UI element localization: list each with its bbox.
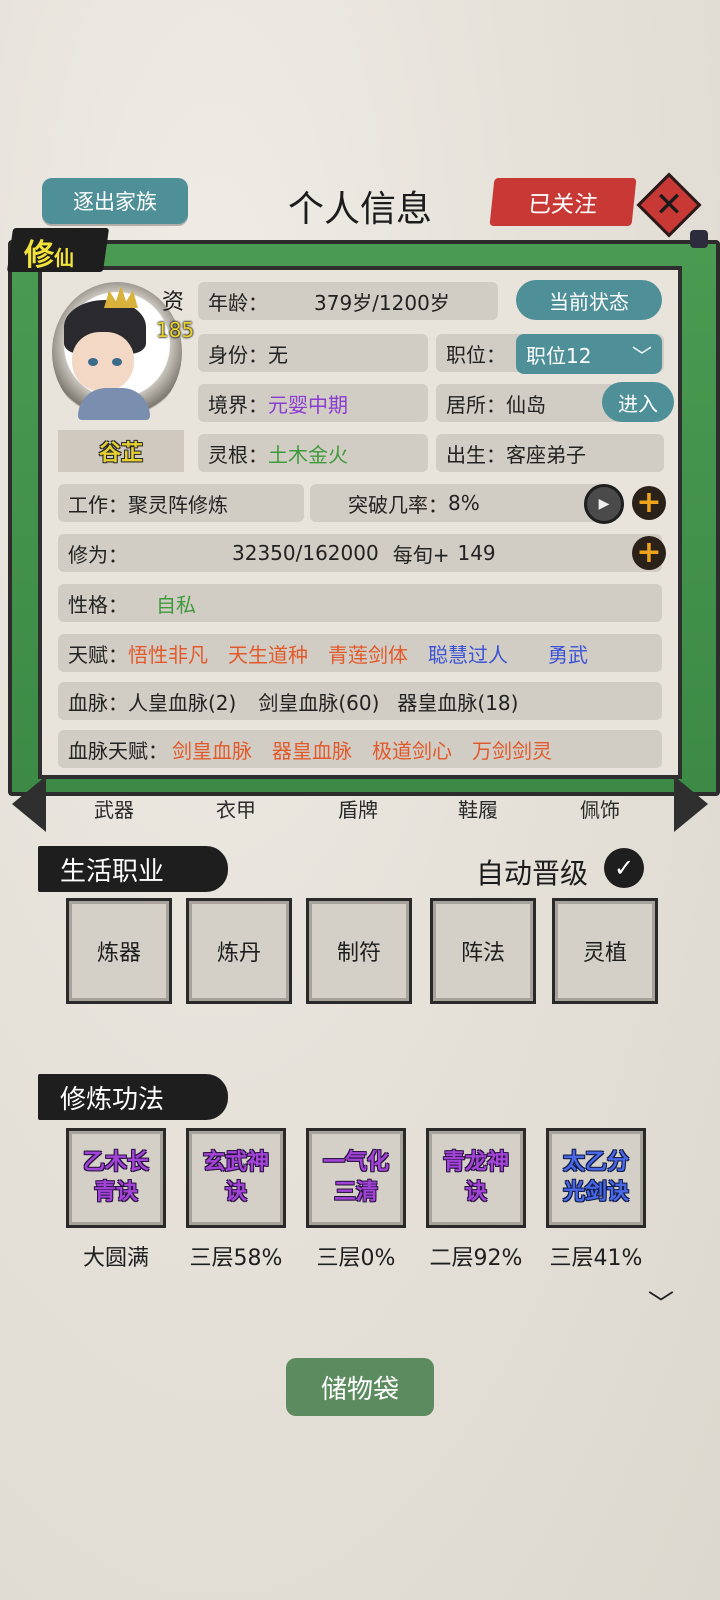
bloodline-talent-item: 极道剑心	[372, 738, 452, 763]
spirit-root-label: 灵根：	[208, 442, 268, 467]
life-job-talisman[interactable]: 制符	[306, 898, 412, 1004]
tab-weapon[interactable]: 武器	[64, 794, 164, 823]
enter-residence-button[interactable]: 进入	[602, 382, 674, 422]
bloodline-item: 人皇血脉(2)	[128, 690, 237, 715]
character-name: 谷芷	[98, 441, 143, 466]
age-value: 379岁/1200岁	[314, 290, 450, 315]
followed-label: 已关注	[526, 192, 599, 218]
technique-card[interactable]: 一气化三清	[306, 1128, 406, 1228]
technique-level: 三层58%	[189, 1246, 283, 1271]
cultivation-value: 32350/162000	[232, 541, 379, 565]
bloodline-item: 剑皇血脉(60)	[258, 690, 380, 715]
techniques-header: 修炼功法	[38, 1074, 228, 1120]
technique-card[interactable]: 玄武神诀	[186, 1128, 286, 1228]
breakthrough-label: 突破几率：	[348, 492, 448, 517]
bloodline-talent-item: 剑皇血脉	[172, 738, 252, 763]
breakthrough-value: 8%	[448, 491, 480, 515]
bloodline-label: 血脉：	[68, 690, 128, 715]
technique-card[interactable]: 太乙分光剑诀	[546, 1128, 646, 1228]
prev-page-arrow-icon[interactable]	[12, 776, 46, 832]
avatar-eye	[88, 358, 98, 366]
breakthrough-row: 突破几率： 8%	[310, 484, 610, 522]
check-icon: ✓	[613, 854, 635, 882]
origin-value: 客座弟子	[506, 442, 586, 467]
add-breakthrough-icon[interactable]: +	[632, 486, 666, 520]
age-row: 年龄： 379岁/1200岁	[198, 282, 498, 320]
position-label: 职位：	[446, 342, 506, 367]
close-icon: ✕	[654, 185, 684, 225]
technique-level: 大圆满	[82, 1246, 149, 1271]
life-job-herbs[interactable]: 灵植	[552, 898, 658, 1004]
avatar-eye	[112, 358, 122, 366]
expand-chevron-icon[interactable]: ﹀	[648, 1284, 674, 1321]
per-period-value: 149	[457, 541, 496, 565]
spirit-root-value: 土木金火	[268, 442, 348, 467]
position-dropdown[interactable]: 职位12 ﹀	[516, 334, 662, 374]
technique-card[interactable]: 乙木长青诀	[66, 1128, 166, 1228]
cultivator-badge-text: 修仙	[24, 238, 74, 273]
technique-level: 三层0%	[316, 1246, 396, 1271]
storage-bag-button[interactable]: 储物袋	[286, 1358, 434, 1416]
tab-armor[interactable]: 衣甲	[186, 794, 286, 823]
personality-label: 性格：	[68, 592, 128, 617]
origin-row: 出生： 客座弟子	[436, 434, 664, 472]
bloodline-talent-row: 血脉天赋： 剑皇血脉 器皇血脉 极道剑心 万剑剑灵	[58, 730, 662, 768]
personality-row: 性格： 自私	[58, 584, 662, 622]
life-job-refining[interactable]: 炼器	[66, 898, 172, 1004]
scroll-knob-icon	[690, 230, 708, 248]
residence-label: 居所：	[446, 392, 506, 417]
talent-item: 勇武	[548, 642, 588, 667]
next-page-arrow-icon[interactable]	[674, 776, 708, 832]
identity-row: 身份： 无	[198, 334, 428, 372]
work-label: 工作：	[68, 492, 128, 517]
bloodline-item: 器皇血脉(18)	[397, 690, 519, 715]
tab-accessory[interactable]: 佩饰	[550, 794, 650, 823]
tab-shoes[interactable]: 鞋履	[428, 794, 528, 823]
character-name-box: 谷芷	[58, 430, 184, 472]
avatar-face	[72, 332, 134, 392]
talent-item: 天生道种	[228, 642, 308, 667]
position-value: 职位12	[526, 343, 592, 368]
technique-card[interactable]: 青龙神诀	[426, 1128, 526, 1228]
spirit-root-row: 灵根： 土木金火	[198, 434, 428, 472]
realm-label: 境界：	[208, 392, 268, 417]
identity-value: 无	[268, 342, 288, 367]
identity-label: 身份：	[208, 342, 268, 367]
cultivation-row: 修为： 32350/162000 每旬+ 149	[58, 534, 662, 572]
aptitude-label: 资	[162, 290, 185, 315]
realm-value: 元婴中期	[268, 392, 348, 417]
talent-item: 聪慧过人	[428, 642, 508, 667]
life-jobs-header: 生活职业	[38, 846, 228, 892]
talent-item: 悟性非凡	[128, 642, 208, 667]
talent-row: 天赋： 悟性非凡 天生道种 青莲剑体 聪慧过人 勇武	[58, 634, 662, 672]
chevron-down-icon: ﹀	[632, 344, 652, 368]
personality-value: 自私	[156, 592, 196, 617]
age-label: 年龄：	[208, 290, 268, 315]
followed-button[interactable]: 已关注	[489, 178, 637, 226]
add-cultivation-icon[interactable]: +	[632, 536, 666, 570]
per-period-label: 每旬+	[392, 542, 450, 567]
origin-label: 出生：	[446, 442, 506, 467]
work-value: 聚灵阵修炼	[128, 492, 228, 517]
talent-label: 天赋：	[68, 642, 128, 667]
technique-level: 二层92%	[429, 1246, 523, 1271]
life-job-alchemy[interactable]: 炼丹	[186, 898, 292, 1004]
auto-upgrade-label: 自动晋级	[476, 857, 589, 890]
bloodline-row: 血脉： 人皇血脉(2) 剑皇血脉(60) 器皇血脉(18)	[58, 682, 662, 720]
technique-level: 三层41%	[549, 1246, 643, 1271]
tab-shield[interactable]: 盾牌	[308, 794, 408, 823]
auto-upgrade-checkbox[interactable]: ✓	[604, 848, 644, 888]
residence-value: 仙岛	[506, 392, 546, 417]
aptitude-value: 185	[156, 318, 195, 342]
current-status-button[interactable]: 当前状态	[516, 280, 662, 320]
bloodline-talent-item: 万剑剑灵	[472, 738, 552, 763]
bloodline-talent-label: 血脉天赋：	[68, 738, 168, 763]
realm-row: 境界： 元婴中期	[198, 384, 428, 422]
talent-item: 青莲剑体	[328, 642, 408, 667]
work-row: 工作： 聚灵阵修炼	[58, 484, 304, 522]
life-job-formation[interactable]: 阵法	[430, 898, 536, 1004]
bloodline-talent-item: 器皇血脉	[272, 738, 352, 763]
cultivation-label: 修为：	[68, 542, 128, 567]
play-video-icon[interactable]: ▶	[584, 484, 624, 524]
